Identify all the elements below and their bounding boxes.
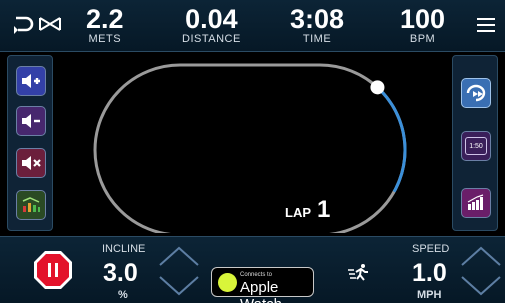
apple-watch-big-text: Apple Watch <box>240 279 282 303</box>
lap-number: 1 <box>317 196 331 223</box>
incline-value: 3.0 <box>103 259 138 287</box>
time-metric: 3:08 TIME <box>290 4 345 46</box>
timer-label: 1:50 <box>469 142 483 150</box>
speed-runner-icon <box>348 264 368 281</box>
speed-value: 1.0 <box>412 259 447 287</box>
time-label: TIME <box>302 33 332 45</box>
bottom-bar: INCLINE 3.0 % Connects to Apple Watch SP… <box>0 236 505 303</box>
menu-icon[interactable] <box>477 18 495 32</box>
apple-watch-small-text: Connects to <box>240 272 273 278</box>
infinity-icon[interactable] <box>38 14 62 34</box>
stop-pause-button[interactable] <box>33 250 73 290</box>
bpm-value: 100 <box>400 4 446 34</box>
distance-label: DISTANCE <box>182 33 241 45</box>
speed-label: SPEED <box>412 243 450 255</box>
bpm-metric: 100 BPM <box>400 4 446 46</box>
top-left-icons <box>12 14 62 34</box>
bar-chart-button[interactable] <box>461 188 491 218</box>
mets-metric: 2.2 METS <box>86 4 124 46</box>
lap-track <box>93 63 407 233</box>
left-control-panel <box>7 55 53 231</box>
bar-chart-icon <box>467 194 484 210</box>
track-oval <box>93 63 407 233</box>
distance-value: 0.04 <box>185 4 238 34</box>
incline-up-button[interactable] <box>158 245 200 267</box>
track-progress <box>376 86 407 193</box>
right-control-panel: 1:50 <box>452 55 498 231</box>
runner-icon <box>218 273 237 292</box>
mets-value: 2.2 <box>86 4 124 34</box>
volume-up-icon <box>22 74 40 88</box>
speed-down-button[interactable] <box>460 275 502 297</box>
repeat-button[interactable] <box>461 78 491 108</box>
distance-metric: 0.04 DISTANCE <box>182 4 241 46</box>
volume-down-icon <box>22 114 40 128</box>
position-marker <box>370 80 385 95</box>
workout-profile-button[interactable] <box>16 190 46 220</box>
timer-button[interactable]: 1:50 <box>461 131 491 161</box>
incline-unit: % <box>118 289 128 301</box>
speed-up-button[interactable] <box>460 245 502 267</box>
time-value: 3:08 <box>290 4 345 34</box>
mute-button[interactable] <box>16 148 46 178</box>
mute-icon <box>22 156 41 170</box>
speed-unit: MPH <box>417 289 442 301</box>
incline-label: INCLINE <box>102 243 146 255</box>
back-icon[interactable] <box>12 14 34 34</box>
lap-counter: LAP 1 <box>285 196 330 224</box>
repeat-icon <box>466 84 486 102</box>
lap-label: LAP <box>285 205 311 220</box>
volume-down-button[interactable] <box>16 106 46 136</box>
top-bar: 2.2 METS 0.04 DISTANCE 3:08 TIME 100 BPM <box>0 0 505 52</box>
workout-profile-icon <box>22 197 40 212</box>
volume-up-button[interactable] <box>16 66 46 96</box>
bpm-label: BPM <box>409 33 436 45</box>
apple-watch-badge[interactable]: Connects to Apple Watch <box>211 267 314 303</box>
mets-label: METS <box>88 33 122 45</box>
incline-down-button[interactable] <box>158 275 200 297</box>
timer-icon: 1:50 <box>465 137 487 155</box>
